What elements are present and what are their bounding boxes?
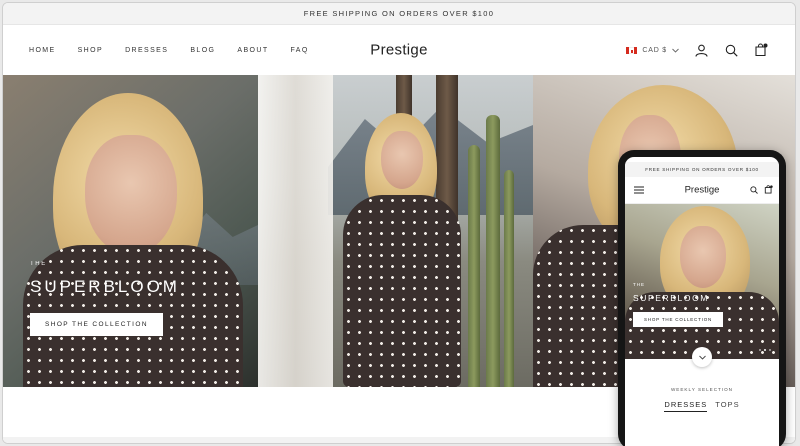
scroll-down-button[interactable] <box>692 347 712 367</box>
hero-subtitle: THE <box>30 261 47 267</box>
currency-label: CAD $ <box>642 46 667 54</box>
nav-faq[interactable]: FAQ <box>291 47 309 54</box>
tab-dresses[interactable]: DRESSES <box>664 400 708 412</box>
chevron-down-icon <box>672 48 679 53</box>
main-nav: HOME SHOP DRESSES BLOG ABOUT FAQ <box>29 47 309 54</box>
mobile-hero-title: SUPERBLOOM <box>633 293 709 303</box>
mobile-hero-subtitle: THE <box>633 282 645 287</box>
currency-selector[interactable]: CAD $ <box>626 46 679 54</box>
mobile-announcement-bar: FREE SHIPPING ON ORDERS OVER $100 <box>625 162 779 177</box>
nav-home[interactable]: HOME <box>29 47 56 54</box>
tab-tops[interactable]: TOPS <box>715 400 739 412</box>
shop-collection-button[interactable]: SHOP THE COLLECTION <box>30 313 163 336</box>
mobile-shop-collection-button[interactable]: SHOP THE COLLECTION <box>633 312 724 327</box>
header-actions: CAD $ <box>626 42 769 58</box>
hero-image-left <box>3 75 258 387</box>
mobile-hero-banner[interactable]: THE SUPERBLOOM SHOP THE COLLECTION <box>625 204 779 359</box>
site-logo[interactable]: Prestige <box>370 42 427 59</box>
phone-mockup: FREE SHIPPING ON ORDERS OVER $100 Presti… <box>618 150 786 446</box>
site-header: HOME SHOP DRESSES BLOG ABOUT FAQ Prestig… <box>3 25 795 75</box>
mobile-search-icon[interactable] <box>750 181 758 199</box>
search-icon[interactable] <box>723 42 739 58</box>
nav-about[interactable]: ABOUT <box>237 47 268 54</box>
mobile-hero-caption: THE SUPERBLOOM SHOP THE COLLECTION <box>633 282 724 327</box>
hero-image-center <box>258 75 533 387</box>
slideshow-dots[interactable] <box>759 349 771 351</box>
mobile-cart-icon[interactable] <box>764 181 773 199</box>
nav-shop[interactable]: SHOP <box>78 47 103 54</box>
nav-dresses[interactable]: DRESSES <box>125 47 168 54</box>
menu-icon[interactable] <box>631 182 647 198</box>
hero-title: SUPERBLOOM <box>30 277 180 296</box>
weekly-selection-label: WEEKLY SELECTION <box>670 387 734 392</box>
account-icon[interactable] <box>693 42 709 58</box>
cart-icon[interactable] <box>753 42 769 58</box>
canada-flag-icon <box>626 46 638 54</box>
nav-blog[interactable]: BLOG <box>190 47 215 54</box>
hero-caption: THE SUPERBLOOM SHOP THE COLLECTION <box>30 261 180 336</box>
phone-screen: FREE SHIPPING ON ORDERS OVER $100 Presti… <box>625 157 779 446</box>
mobile-logo[interactable]: Prestige <box>685 185 720 196</box>
mobile-header: Prestige <box>625 177 779 204</box>
announcement-bar: FREE SHIPPING ON ORDERS OVER $100 <box>3 3 795 25</box>
chevron-down-icon <box>698 355 706 360</box>
collection-tabs: DRESSES TOPS <box>625 400 779 412</box>
mobile-header-actions <box>750 181 773 199</box>
